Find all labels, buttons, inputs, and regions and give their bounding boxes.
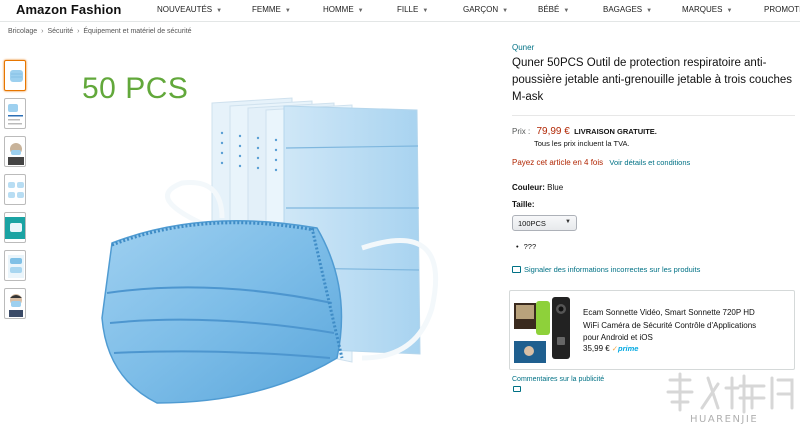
mask-layers-thumbnail bbox=[8, 255, 24, 278]
front-mask bbox=[101, 220, 344, 404]
nav-label: GARÇON bbox=[463, 5, 499, 14]
nav-item-femme[interactable]: FEMME ▼ bbox=[252, 5, 291, 14]
color-value: Blue bbox=[547, 183, 564, 192]
chevron-down-icon: ▼ bbox=[216, 8, 223, 14]
product-title: Quner 50PCS Outil de protection respirat… bbox=[512, 57, 793, 103]
price-value: 79,99 € bbox=[536, 126, 570, 137]
price-row: Prix : 79,99 € LIVRAISON GRATUITE. bbox=[512, 126, 657, 137]
ad-price: 35,99 € ✓prime bbox=[583, 344, 638, 353]
nav-item-homme[interactable]: HOMME ▼ bbox=[323, 5, 364, 14]
main-product-image[interactable] bbox=[62, 58, 462, 434]
breadcrumb: Bricolage › Sécurité › Équipement et mat… bbox=[8, 28, 192, 35]
size-label: Taille: bbox=[512, 200, 535, 209]
nav-item-garcon[interactable]: GARÇON ▼ bbox=[463, 5, 508, 14]
mask-thumbnail-image bbox=[10, 70, 23, 82]
thumbnail-1[interactable] bbox=[4, 60, 26, 91]
mask-feature-thumbnail bbox=[5, 217, 25, 239]
report-chat-icon bbox=[512, 266, 521, 273]
breadcrumb-item-equipement[interactable]: Équipement et matériel de sécurité bbox=[83, 28, 191, 35]
watermark-text: HUARENJIE bbox=[690, 414, 759, 425]
report-incorrect-info-link[interactable]: Signaler des informations incorrectes su… bbox=[512, 265, 700, 274]
mask-variants-thumbnail bbox=[8, 182, 24, 198]
ad-title-line: pour Android et iOS bbox=[583, 333, 653, 342]
installment-offer: Payez cet article en 4 fois Voir détails… bbox=[512, 158, 690, 167]
nav-label: FEMME bbox=[252, 5, 281, 14]
divider bbox=[512, 115, 795, 116]
nav-label: FILLE bbox=[397, 5, 419, 14]
chevron-down-icon: ▼ bbox=[284, 8, 291, 14]
nav-item-marques[interactable]: MARQUES ▼ bbox=[682, 5, 732, 14]
nav-label: BÉBÉ bbox=[538, 5, 560, 14]
nav-label: BAGAGES bbox=[603, 5, 643, 14]
thumbnail-3[interactable] bbox=[4, 136, 26, 167]
thumbnail-5[interactable] bbox=[4, 212, 26, 243]
ad-price-value: 35,99 € bbox=[583, 344, 610, 353]
chevron-down-icon: ▼ bbox=[565, 219, 571, 225]
thumbnail-strip bbox=[4, 60, 28, 326]
nav-label: MARQUES bbox=[682, 5, 723, 14]
report-link-text: Signaler des informations incorrectes su… bbox=[524, 265, 701, 274]
nav-item-bagages[interactable]: BAGAGES ▼ bbox=[603, 5, 652, 14]
category-nav: NOUVEAUTÉS ▼ FEMME ▼ HOMME ▼ FILLE ▼ GARÇON ▼… bbox=[0, 5, 800, 19]
breadcrumb-separator: › bbox=[41, 28, 44, 35]
free-delivery-badge: LIVRAISON GRATUITE. bbox=[574, 127, 657, 136]
price-label: Prix : bbox=[512, 127, 531, 136]
size-selected-value: 100PCS bbox=[518, 219, 546, 228]
installment-text: Payez cet article en 4 fois bbox=[512, 158, 604, 167]
ad-feedback-link[interactable]: Commentaires sur la publicité bbox=[512, 376, 604, 383]
ad-title[interactable]: Ecam Sonnette Vidéo, Smart Sonnette 720P… bbox=[583, 307, 788, 345]
ad-title-line: WiFi Caméra de Sécurité Contrôle d'Appli… bbox=[583, 320, 757, 330]
nav-label: PROMOTIO bbox=[764, 5, 800, 14]
size-dropdown[interactable]: 100PCS ▼ bbox=[512, 215, 577, 231]
top-navigation-bar: Amazon Fashion NOUVEAUTÉS ▼ FEMME ▼ HOMME ▼… bbox=[0, 0, 800, 22]
sponsored-ad[interactable]: Ecam Sonnette Vidéo, Smart Sonnette 720P… bbox=[509, 290, 795, 370]
ad-title-line: Ecam Sonnette Vidéo, Smart Sonnette 720P… bbox=[583, 308, 755, 317]
thumbnail-4[interactable] bbox=[4, 174, 26, 205]
prime-label: prime bbox=[618, 344, 639, 353]
breadcrumb-item-securite[interactable]: Sécurité bbox=[47, 28, 73, 35]
breadcrumb-separator: › bbox=[77, 28, 80, 35]
chevron-down-icon: ▼ bbox=[502, 8, 509, 14]
nav-item-fille[interactable]: FILLE ▼ bbox=[397, 5, 428, 14]
nav-item-nouveautes[interactable]: NOUVEAUTÉS ▼ bbox=[157, 5, 222, 14]
thumbnail-2[interactable] bbox=[4, 98, 26, 129]
chevron-down-icon: ▼ bbox=[646, 8, 653, 14]
breadcrumb-item-bricolage[interactable]: Bricolage bbox=[8, 28, 37, 35]
chevron-down-icon: ▼ bbox=[422, 8, 429, 14]
chevron-down-icon: ▼ bbox=[563, 8, 570, 14]
nav-label: HOMME bbox=[323, 5, 354, 14]
installment-details-link[interactable]: Voir détails et conditions bbox=[609, 158, 690, 167]
feature-bullet: ??? bbox=[516, 242, 537, 251]
thumbnail-7[interactable] bbox=[4, 288, 26, 319]
chevron-down-icon: ▼ bbox=[726, 8, 733, 14]
color-row: Couleur: Blue bbox=[512, 183, 563, 192]
prime-badge: ✓prime bbox=[611, 344, 639, 353]
infographic-thumbnail-image bbox=[8, 104, 23, 125]
thumbnail-6[interactable] bbox=[4, 250, 26, 281]
doorbell-ad-image bbox=[514, 297, 570, 363]
product-brand-link[interactable]: Quner bbox=[512, 43, 534, 52]
color-label: Couleur: bbox=[512, 183, 545, 192]
tax-note: Tous les prix incluent la TVA. bbox=[534, 139, 630, 148]
person-wearing-mask-thumbnail bbox=[8, 143, 24, 165]
ad-feedback-icon[interactable] bbox=[513, 386, 521, 392]
man-wearing-mask-thumbnail bbox=[9, 294, 23, 317]
chevron-down-icon: ▼ bbox=[357, 8, 364, 14]
nav-item-bebe[interactable]: BÉBÉ ▼ bbox=[538, 5, 569, 14]
nav-label: NOUVEAUTÉS bbox=[157, 5, 213, 14]
nav-item-promotions[interactable]: PROMOTIO bbox=[764, 5, 800, 14]
